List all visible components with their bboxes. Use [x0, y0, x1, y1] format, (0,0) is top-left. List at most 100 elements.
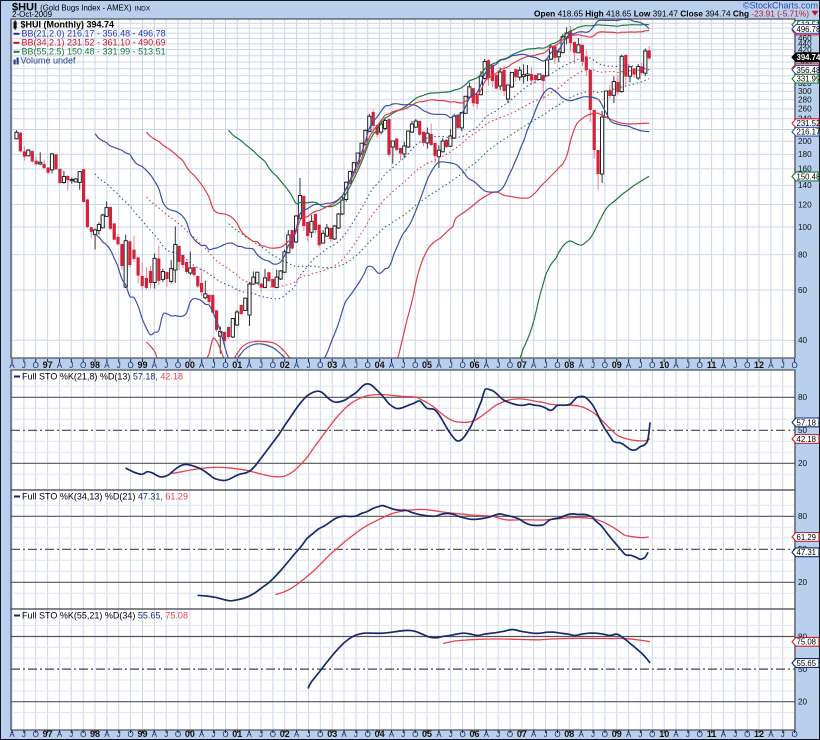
svg-text:09: 09 [612, 360, 622, 370]
svg-text:O: O [33, 730, 39, 739]
svg-text:05: 05 [422, 729, 432, 739]
svg-text:A: A [721, 730, 727, 739]
svg-text:A: A [294, 730, 300, 739]
svg-text:A: A [626, 730, 632, 739]
svg-text:A: A [484, 361, 490, 370]
svg-text:A: A [436, 361, 442, 370]
svg-text:07: 07 [517, 360, 527, 370]
svg-text:300: 300 [798, 87, 812, 96]
svg-text:A: A [9, 361, 15, 370]
svg-text:260: 260 [798, 105, 812, 114]
svg-text:08: 08 [564, 729, 574, 739]
svg-text:O: O [412, 730, 418, 739]
svg-text:J: J [733, 361, 737, 370]
svg-text:O: O [222, 361, 228, 370]
svg-text:O: O [744, 361, 750, 370]
svg-text:394.74: 394.74 [797, 53, 820, 62]
svg-text:A: A [673, 730, 679, 739]
svg-text:J: J [117, 730, 121, 739]
svg-text:A: A [57, 361, 63, 370]
svg-text:O: O [270, 730, 276, 739]
svg-text:J: J [591, 361, 595, 370]
svg-text:55.65: 55.65 [797, 659, 817, 668]
svg-text:O: O [412, 361, 418, 370]
svg-text:J: J [307, 361, 311, 370]
svg-text:01: 01 [232, 729, 242, 739]
svg-text:O: O [507, 361, 513, 370]
svg-text:A: A [768, 730, 774, 739]
svg-text:A: A [57, 730, 63, 739]
svg-text:O: O [175, 730, 181, 739]
svg-text:40: 40 [798, 336, 808, 345]
svg-text:O: O [459, 730, 465, 739]
svg-text:J: J [69, 361, 73, 370]
svg-text:O: O [554, 361, 560, 370]
svg-text:A: A [152, 361, 158, 370]
svg-text:216.17: 216.17 [797, 128, 820, 137]
svg-text:A: A [768, 361, 774, 370]
svg-text:A: A [579, 361, 585, 370]
svg-text:04: 04 [375, 729, 385, 739]
svg-text:03: 03 [327, 729, 337, 739]
svg-text:331.99: 331.99 [797, 75, 820, 84]
svg-text:2-Oct-2009: 2-Oct-2009 [12, 10, 53, 19]
svg-text:A: A [436, 730, 442, 739]
svg-text:O: O [317, 361, 323, 370]
svg-text:O: O [222, 730, 228, 739]
svg-text:J: J [259, 730, 263, 739]
svg-text:J: J [544, 730, 548, 739]
svg-text:150.48: 150.48 [797, 172, 820, 181]
svg-text:01: 01 [232, 360, 242, 370]
svg-text:03: 03 [327, 360, 337, 370]
svg-text:10: 10 [659, 360, 669, 370]
svg-text:98: 98 [90, 360, 100, 370]
svg-text:47.31: 47.31 [797, 548, 817, 557]
svg-text:J: J [212, 361, 216, 370]
svg-text:J: J [781, 361, 785, 370]
svg-text:O: O [365, 730, 371, 739]
svg-text:Volume undef: Volume undef [21, 56, 77, 66]
svg-text:97: 97 [43, 729, 53, 739]
svg-text:J: J [686, 730, 690, 739]
svg-text:60: 60 [798, 286, 808, 295]
svg-text:A: A [721, 361, 727, 370]
svg-text:O: O [791, 361, 797, 370]
svg-text:A: A [673, 361, 679, 370]
svg-text:A: A [199, 730, 205, 739]
svg-text:O: O [602, 361, 608, 370]
svg-text:O: O [175, 361, 181, 370]
svg-text:140: 140 [798, 181, 812, 190]
svg-text:Full STO %K(34,13) %D(21) 47.3: Full STO %K(34,13) %D(21) 47.31, 61.29 [22, 492, 188, 502]
svg-text:Open 418.65 High 418.65 Low 39: Open 418.65 High 418.65 Low 391.47 Close… [534, 8, 809, 18]
svg-text:A: A [9, 730, 15, 739]
svg-text:J: J [69, 730, 73, 739]
svg-text:J: J [496, 361, 500, 370]
svg-text:80: 80 [798, 250, 808, 259]
svg-text:496.78: 496.78 [797, 25, 820, 34]
svg-text:J: J [354, 361, 358, 370]
svg-text:O: O [791, 730, 797, 739]
svg-text:J: J [117, 361, 121, 370]
svg-text:00: 00 [185, 360, 195, 370]
svg-text:20: 20 [798, 578, 808, 587]
svg-text:O: O [649, 730, 655, 739]
svg-text:O: O [697, 361, 703, 370]
svg-text:J: J [401, 361, 405, 370]
svg-text:O: O [365, 361, 371, 370]
svg-text:200: 200 [798, 137, 812, 146]
svg-text:05: 05 [422, 360, 432, 370]
svg-text:00: 00 [185, 729, 195, 739]
svg-text:J: J [638, 361, 642, 370]
svg-text:11: 11 [707, 360, 717, 370]
svg-text:J: J [259, 361, 263, 370]
svg-text:A: A [104, 361, 110, 370]
svg-text:J: J [307, 730, 311, 739]
svg-text:A: A [389, 361, 395, 370]
svg-text:11: 11 [707, 729, 717, 739]
svg-text:A: A [247, 361, 253, 370]
svg-text:A: A [341, 361, 347, 370]
svg-text:O: O [697, 730, 703, 739]
svg-text:42.18: 42.18 [797, 435, 817, 444]
svg-text:356.48: 356.48 [797, 66, 820, 75]
svg-text:02: 02 [280, 729, 290, 739]
